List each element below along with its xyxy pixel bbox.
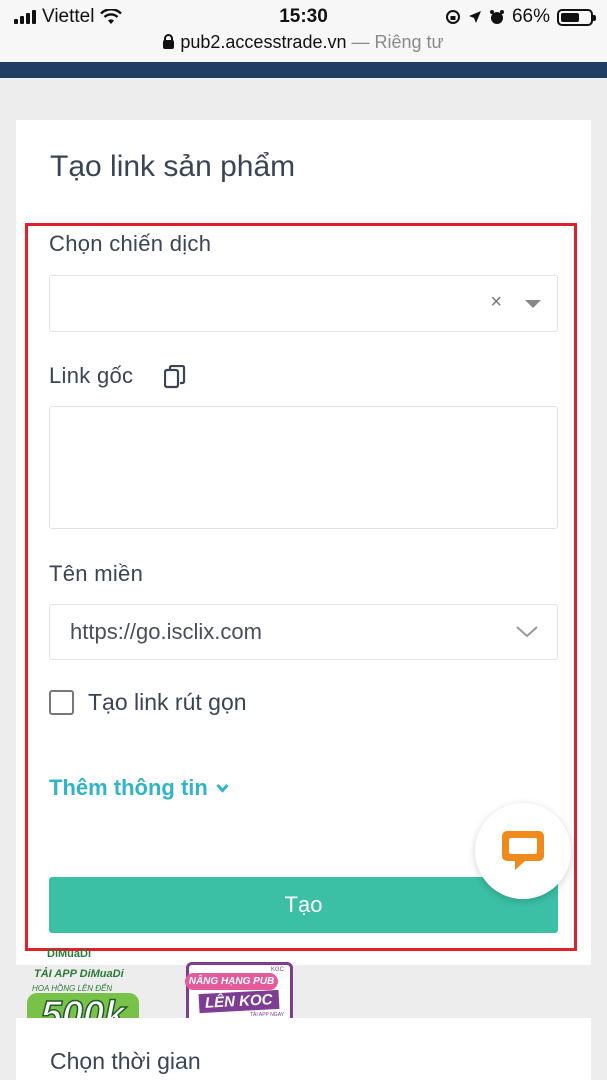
chat-icon	[502, 831, 544, 870]
dimuadi-line2: HOA HỒNG LÊN ĐẾN	[32, 984, 113, 993]
domain-select[interactable]: https://go.isclix.com	[49, 604, 558, 660]
chat-button[interactable]	[475, 803, 571, 899]
kgc-line1: NÂNG HẠNG PUB	[185, 973, 278, 990]
campaign-select[interactable]: ×	[49, 275, 558, 332]
dimuadi-line1: TẢI APP DiMuaDi	[34, 968, 124, 980]
copy-icon[interactable]	[164, 365, 186, 389]
kgc-line2: LÊN KOC	[198, 989, 279, 1014]
chevron-down-icon	[516, 626, 538, 638]
private-label: Riêng tư	[374, 32, 444, 52]
more-info-label: Thêm thông tin	[49, 775, 208, 800]
url-bar[interactable]: pub2.accesstrade.vn — Riêng tư	[0, 30, 607, 62]
campaign-label: Chọn chiến dịch	[49, 231, 212, 256]
source-link-textarea[interactable]	[49, 406, 558, 529]
clear-icon[interactable]: ×	[490, 291, 502, 314]
chevron-down-icon	[216, 783, 229, 793]
lock-icon	[163, 34, 175, 49]
short-link-checkbox[interactable]	[49, 690, 74, 715]
battery-icon	[557, 8, 596, 26]
battery-percent: 66%	[511, 6, 550, 27]
caret-down-icon[interactable]	[525, 300, 541, 308]
create-button[interactable]: Tạo	[49, 877, 558, 933]
more-info-toggle[interactable]: Thêm thông tin	[49, 775, 229, 801]
status-right: 66%	[445, 6, 596, 28]
time-section-title: Chọn thời gian	[50, 1048, 201, 1074]
dimuadi-logo: DiMuaDi	[47, 948, 91, 960]
url-separator: —	[351, 32, 370, 52]
site-nav-bar	[0, 62, 607, 78]
short-link-label[interactable]: Tạo link rút gọn	[88, 689, 247, 716]
status-bar: Viettel 15:30 66%	[0, 0, 607, 34]
location-icon	[468, 11, 481, 23]
page-title: Tạo link sản phẩm	[50, 150, 296, 183]
alarm-icon	[489, 10, 504, 24]
domain-value: https://go.isclix.com	[70, 619, 262, 644]
domain-label: Tên miền	[49, 561, 144, 586]
kgc-banner[interactable]: KGC NÂNG HẠNG PUB LÊN KOC TẢI APP NGAY	[185, 962, 293, 1024]
create-button-label: Tạo	[284, 892, 323, 917]
kgc-tag: KGC	[270, 967, 284, 973]
rotation-lock-icon	[445, 10, 460, 24]
url-domain: pub2.accesstrade.vn	[180, 32, 347, 52]
source-link-label: Link gốc	[49, 363, 134, 388]
